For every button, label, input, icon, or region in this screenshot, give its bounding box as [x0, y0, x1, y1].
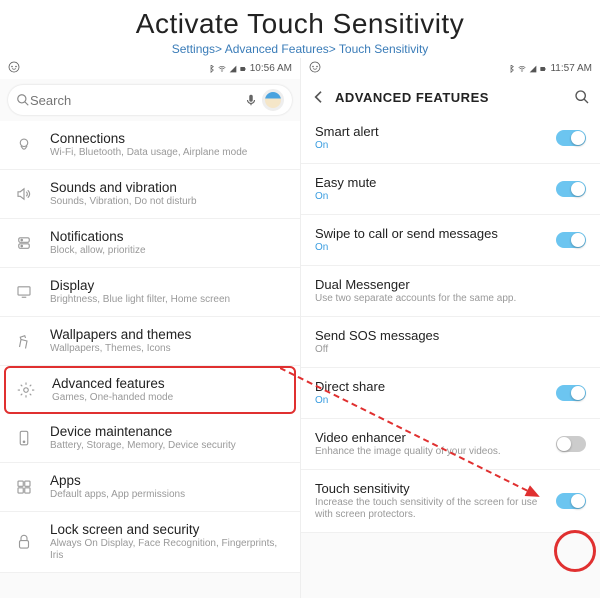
item-label: Lock screen and security	[50, 522, 288, 537]
item-label: Swipe to call or send messages	[315, 226, 550, 241]
feature-item-easy-mute[interactable]: Easy muteOn	[301, 164, 600, 215]
item-sublabel: Battery, Storage, Memory, Device securit…	[50, 440, 288, 452]
item-sublabel: Always On Display, Face Recognition, Fin…	[50, 538, 288, 562]
toggle-switch[interactable]	[556, 181, 586, 197]
settings-item-lock-screen-and-security[interactable]: Lock screen and securityAlways On Displa…	[0, 512, 300, 573]
item-sublabel: Sounds, Vibration, Do not disturb	[50, 196, 288, 208]
panel-title: ADVANCED FEATURES	[335, 90, 574, 105]
status-icons	[507, 65, 547, 73]
brush-icon	[12, 332, 36, 350]
item-label: Apps	[50, 473, 288, 488]
panel-header: ADVANCED FEATURES	[301, 79, 600, 113]
feature-item-send-sos-messages[interactable]: Send SOS messagesOff	[301, 317, 600, 368]
status-bar: 10:56 AM	[0, 58, 300, 79]
settings-panel: 10:56 AM ConnectionsWi-Fi, Bluetooth, Da…	[0, 58, 300, 598]
gear-icon	[14, 381, 38, 399]
search-icon	[16, 93, 30, 107]
item-sublabel: Enhance the image quality of your videos…	[315, 446, 550, 458]
sound-icon	[12, 185, 36, 203]
item-label: Touch sensitivity	[315, 481, 550, 496]
feature-item-direct-share[interactable]: Direct shareOn	[301, 368, 600, 419]
settings-item-apps[interactable]: AppsDefault apps, App permissions	[0, 463, 300, 512]
item-label: Connections	[50, 131, 288, 146]
status-time: 10:56 AM	[250, 63, 292, 74]
item-label: Send SOS messages	[315, 328, 580, 343]
phone-icon	[12, 429, 36, 447]
item-label: Sounds and vibration	[50, 180, 288, 195]
search-icon[interactable]	[574, 89, 590, 105]
settings-item-device-maintenance[interactable]: Device maintenanceBattery, Storage, Memo…	[0, 414, 300, 463]
item-label: Video enhancer	[315, 430, 550, 445]
mic-icon[interactable]	[244, 93, 258, 107]
reddit-icon	[309, 61, 321, 76]
breadcrumb: Settings> Advanced Features> Touch Sensi…	[0, 42, 600, 56]
toggle-switch[interactable]	[556, 436, 586, 452]
settings-item-sounds-and-vibration[interactable]: Sounds and vibrationSounds, Vibration, D…	[0, 170, 300, 219]
battery-icon	[239, 65, 247, 73]
reddit-icon	[8, 61, 20, 76]
toggle-switch[interactable]	[556, 493, 586, 509]
wifi-icon	[217, 65, 227, 73]
page-title: Activate Touch Sensitivity	[0, 8, 600, 40]
notifications-icon	[12, 234, 36, 252]
item-label: Wallpapers and themes	[50, 327, 288, 342]
settings-item-wallpapers-and-themes[interactable]: Wallpapers and themesWallpapers, Themes,…	[0, 317, 300, 366]
settings-item-notifications[interactable]: NotificationsBlock, allow, prioritize	[0, 219, 300, 268]
signal-icon	[229, 65, 237, 73]
feature-item-smart-alert[interactable]: Smart alertOn	[301, 113, 600, 164]
item-sublabel: Increase the touch sensitivity of the sc…	[315, 497, 550, 521]
item-label: Notifications	[50, 229, 288, 244]
settings-item-display[interactable]: DisplayBrightness, Blue light filter, Ho…	[0, 268, 300, 317]
toggle-switch[interactable]	[556, 130, 586, 146]
back-icon[interactable]	[311, 89, 327, 105]
item-label: Smart alert	[315, 124, 550, 139]
apps-icon	[12, 478, 36, 496]
item-sublabel: Use two separate accounts for the same a…	[315, 293, 580, 305]
display-icon	[12, 283, 36, 301]
settings-list: ConnectionsWi-Fi, Bluetooth, Data usage,…	[0, 121, 300, 573]
search-input[interactable]	[30, 93, 244, 108]
toggle-switch[interactable]	[556, 385, 586, 401]
feature-item-touch-sensitivity[interactable]: Touch sensitivityIncrease the touch sens…	[301, 470, 600, 533]
lock-icon	[12, 533, 36, 551]
item-sublabel: Block, allow, prioritize	[50, 245, 288, 257]
item-sublabel: Wallpapers, Themes, Icons	[50, 343, 288, 355]
item-sublabel: On	[315, 395, 550, 407]
item-sublabel: Games, One-handed mode	[52, 392, 286, 404]
features-list: Smart alertOnEasy muteOnSwipe to call or…	[301, 113, 600, 533]
avatar[interactable]	[262, 89, 284, 111]
toggle-switch[interactable]	[556, 232, 586, 248]
status-time: 11:57 AM	[550, 63, 592, 74]
item-label: Direct share	[315, 379, 550, 394]
feature-item-video-enhancer[interactable]: Video enhancerEnhance the image quality …	[301, 419, 600, 470]
item-sublabel: On	[315, 191, 550, 203]
feature-item-dual-messenger[interactable]: Dual MessengerUse two separate accounts …	[301, 266, 600, 317]
item-sublabel: On	[315, 242, 550, 254]
settings-item-advanced-features[interactable]: Advanced featuresGames, One-handed mode	[4, 366, 296, 414]
item-sublabel: Wi-Fi, Bluetooth, Data usage, Airplane m…	[50, 147, 288, 159]
search-bar[interactable]	[8, 85, 292, 115]
item-sublabel: On	[315, 140, 550, 152]
item-label: Device maintenance	[50, 424, 288, 439]
settings-item-connections[interactable]: ConnectionsWi-Fi, Bluetooth, Data usage,…	[0, 121, 300, 170]
item-label: Advanced features	[52, 376, 286, 391]
bluetooth-icon	[207, 65, 215, 73]
item-sublabel: Default apps, App permissions	[50, 489, 288, 501]
item-sublabel: Off	[315, 344, 580, 356]
advanced-features-panel: 11:57 AM ADVANCED FEATURES Smart alertOn…	[300, 58, 600, 598]
page-header: Activate Touch Sensitivity Settings> Adv…	[0, 0, 600, 58]
item-label: Dual Messenger	[315, 277, 580, 292]
feature-item-swipe-to-call-or-send-messages[interactable]: Swipe to call or send messagesOn	[301, 215, 600, 266]
status-bar: 11:57 AM	[301, 58, 600, 79]
item-label: Easy mute	[315, 175, 550, 190]
item-sublabel: Brightness, Blue light filter, Home scre…	[50, 294, 288, 306]
status-icons	[207, 65, 247, 73]
item-label: Display	[50, 278, 288, 293]
highlight-circle	[554, 530, 596, 572]
wifi-icon	[12, 136, 36, 154]
